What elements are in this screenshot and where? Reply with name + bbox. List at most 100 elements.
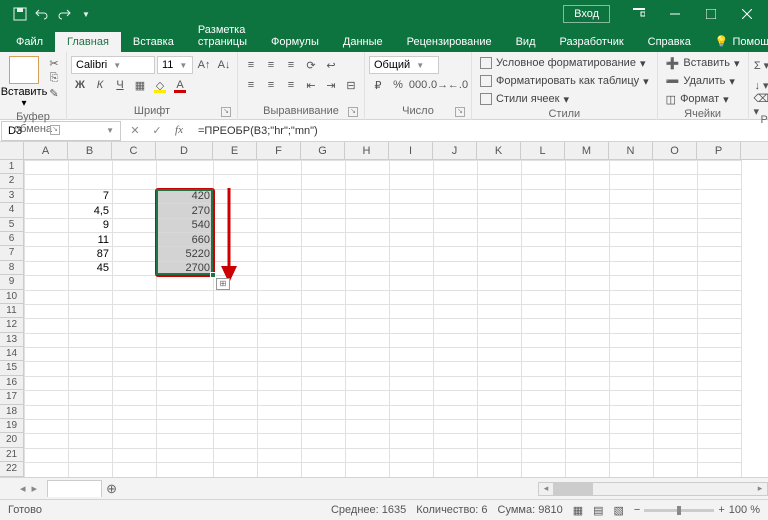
group-clipboard: Вставить ▾ ✂ ⎘ ✎ Буфер обмена↘ (0, 52, 67, 120)
zoom-control[interactable]: − + 100 % (634, 504, 760, 516)
scroll-right-icon[interactable]: ▸ (753, 483, 767, 494)
select-all-corner[interactable] (0, 142, 24, 160)
tab-help[interactable]: Справка (636, 32, 703, 52)
delete-cells-button[interactable]: ➖Удалить ▾ (662, 72, 739, 90)
align-right-icon[interactable]: ≡ (282, 76, 300, 94)
align-top-icon[interactable]: ≡ (242, 56, 260, 74)
maximize-icon[interactable] (694, 0, 728, 28)
enter-formula-icon[interactable]: ✓ (148, 124, 166, 137)
indent-dec-icon[interactable]: ⇤ (302, 76, 320, 94)
align-center-icon[interactable]: ≡ (262, 76, 280, 94)
assistant-button[interactable]: 💡Помощник (703, 31, 768, 52)
format-painter-icon[interactable]: ✎ (46, 86, 62, 100)
bold-button[interactable]: Ж (71, 76, 89, 94)
title-bar: ▼ Вход (0, 0, 768, 28)
tab-view[interactable]: Вид (504, 32, 548, 52)
status-sum: Сумма: 9810 (498, 504, 563, 516)
tab-layout[interactable]: Разметка страницы (186, 20, 259, 52)
underline-button[interactable]: Ч (111, 76, 129, 94)
fill-color-icon[interactable]: ◇ (151, 76, 169, 94)
orientation-icon[interactable]: ⟳ (302, 56, 320, 74)
font-size-select[interactable]: 11▼ (157, 56, 193, 74)
merge-icon[interactable]: ⊟ (342, 76, 360, 94)
qat-dropdown-icon[interactable]: ▼ (78, 6, 94, 22)
wrap-text-icon[interactable]: ↩ (322, 56, 340, 74)
tab-insert[interactable]: Вставка (121, 32, 186, 52)
shrink-font-icon[interactable]: A↓ (215, 56, 233, 74)
sheet-tab[interactable] (47, 480, 101, 497)
cut-icon[interactable]: ✂ (46, 56, 62, 70)
border-icon[interactable]: ▦ (131, 76, 149, 94)
column-headers[interactable]: ABCDEFGHIJKLMNOP (24, 142, 768, 160)
ribbon-options-icon[interactable] (622, 0, 656, 28)
align-middle-icon[interactable]: ≡ (262, 56, 280, 74)
zoom-level[interactable]: 100 % (729, 504, 760, 516)
font-name-select[interactable]: Calibri▼ (71, 56, 155, 74)
grow-font-icon[interactable]: A↑ (195, 56, 213, 74)
dec-decimal-icon[interactable]: ←.0 (449, 76, 467, 94)
formula-input[interactable]: =ПРЕОБР(B3;"hr";"mn") (192, 125, 768, 137)
copy-icon[interactable]: ⎘ (46, 71, 62, 85)
conditional-formatting-button[interactable]: Условное форматирование ▾ (476, 54, 649, 72)
horizontal-scrollbar[interactable]: ◂ ▸ (538, 482, 768, 496)
dialog-launcher-icon[interactable]: ↘ (50, 125, 60, 135)
status-average: Среднее: 1635 (331, 504, 406, 516)
insert-cells-button[interactable]: ➕Вставить ▾ (662, 54, 744, 72)
sheet-nav-next-icon[interactable]: ▸ (32, 482, 38, 495)
fx-icon[interactable]: fx (170, 124, 188, 137)
cell-styles-button[interactable]: Стили ячеек ▾ (476, 90, 573, 108)
cancel-formula-icon[interactable]: ✕ (126, 124, 144, 137)
align-bottom-icon[interactable]: ≡ (282, 56, 300, 74)
view-pagebreak-icon[interactable]: ▧ (614, 504, 624, 517)
paste-button[interactable]: Вставить ▾ (4, 54, 44, 111)
dialog-launcher-icon[interactable]: ↘ (455, 107, 465, 117)
indent-inc-icon[interactable]: ⇥ (322, 76, 340, 94)
number-format-select[interactable]: Общий▼ (369, 56, 439, 74)
zoom-out-icon[interactable]: − (634, 504, 640, 516)
clear-icon[interactable]: ⌫ ▾ (753, 96, 768, 114)
login-button[interactable]: Вход (563, 5, 610, 23)
cells[interactable]: 74204,5270954011660875220452700 ⊞ (24, 160, 768, 477)
undo-icon[interactable] (34, 6, 50, 22)
tab-home[interactable]: Главная (55, 32, 121, 52)
autofill-options-icon[interactable]: ⊞ (216, 278, 230, 290)
view-normal-icon[interactable]: ▦ (573, 504, 583, 517)
bulb-icon: 💡 (715, 35, 729, 48)
clipboard-icon (9, 56, 39, 84)
scroll-left-icon[interactable]: ◂ (539, 483, 553, 494)
row-headers[interactable]: 12345678910111213141516171819202122 (0, 160, 24, 477)
percent-icon[interactable]: % (389, 76, 407, 94)
zoom-in-icon[interactable]: + (718, 504, 724, 516)
comma-icon[interactable]: 000 (409, 76, 427, 94)
format-cells-button[interactable]: ◫Формат ▾ (662, 90, 733, 108)
tab-developer[interactable]: Разработчик (548, 32, 636, 52)
align-left-icon[interactable]: ≡ (242, 76, 260, 94)
close-icon[interactable] (730, 0, 764, 28)
dialog-launcher-icon[interactable]: ↘ (348, 107, 358, 117)
add-sheet-button[interactable]: ⊕ (102, 481, 122, 497)
tab-formulas[interactable]: Формулы (259, 32, 331, 52)
zoom-slider[interactable] (644, 509, 714, 512)
sheet-nav-prev-icon[interactable]: ◂ (20, 482, 26, 495)
tab-file[interactable]: Файл (4, 32, 55, 52)
sheet-tab-bar: ◂ ▸ ⊕ ◂ ▸ (0, 477, 768, 499)
spreadsheet-grid[interactable]: ABCDEFGHIJKLMNOP 12345678910111213141516… (0, 142, 768, 477)
format-as-table-button[interactable]: Форматировать как таблицу ▾ (476, 72, 653, 90)
table-icon (480, 75, 492, 87)
cell-styles-icon (480, 93, 492, 105)
font-color-icon[interactable]: A (171, 76, 189, 94)
tab-data[interactable]: Данные (331, 32, 395, 52)
currency-icon[interactable]: ₽ (369, 76, 387, 94)
view-layout-icon[interactable]: ▤ (593, 504, 603, 517)
scroll-thumb[interactable] (553, 483, 593, 495)
redo-icon[interactable] (56, 6, 72, 22)
dialog-launcher-icon[interactable]: ↘ (221, 107, 231, 117)
italic-button[interactable]: К (91, 76, 109, 94)
autosum-icon[interactable]: Σ ▾ (753, 56, 768, 74)
tab-review[interactable]: Рецензирование (395, 32, 504, 52)
inc-decimal-icon[interactable]: .0→ (429, 76, 447, 94)
save-icon[interactable] (12, 6, 28, 22)
quick-access-toolbar: ▼ (4, 6, 102, 22)
minimize-icon[interactable] (658, 0, 692, 28)
delete-icon: ➖ (666, 75, 680, 88)
